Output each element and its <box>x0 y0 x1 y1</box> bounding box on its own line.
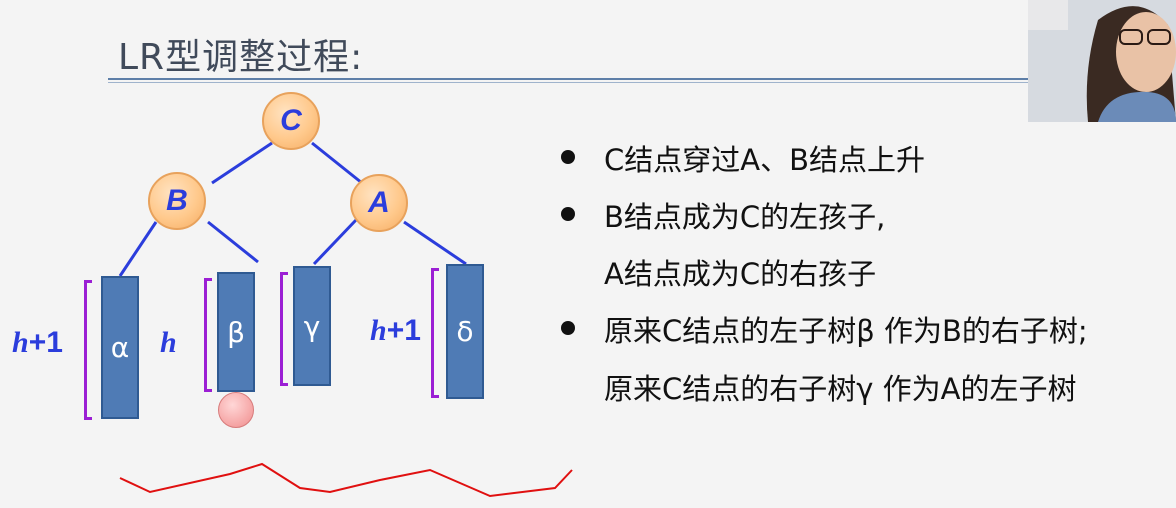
edge-a-gamma <box>312 218 358 266</box>
bullet-2-line-1: B结点成为C的左孩子, <box>604 200 886 234</box>
node-b: B <box>148 172 206 230</box>
node-a: A <box>350 174 408 232</box>
bullet-1-line-1: C结点穿过A、B结点上升 <box>604 143 925 177</box>
bullet-3-line-2: 原来C结点的右子树γ 作为A的左子树 <box>604 372 1077 406</box>
height-bracket-delta <box>431 268 439 398</box>
inserted-node <box>218 392 254 428</box>
bullet-dot-1 <box>561 150 575 164</box>
lr-rotation-diagram: C B A α β γ δ h+1 h h+1 <box>0 0 600 508</box>
edge-a-delta <box>403 220 467 266</box>
height-bracket-alpha <box>84 280 92 420</box>
presenter-webcam <box>1028 0 1176 122</box>
bullet-3-line-1: 原来C结点的左子树β 作为B的右子树; <box>604 314 1088 348</box>
edge-b-alpha <box>118 221 158 277</box>
subtree-beta: β <box>217 272 255 392</box>
bullet-2-line-2: A结点成为C的右孩子 <box>604 257 877 291</box>
height-label-delta: h+1 <box>370 314 421 347</box>
subtree-delta: δ <box>446 264 484 399</box>
tree-edges <box>118 141 573 498</box>
red-annotation-stroke <box>119 462 573 498</box>
subtree-gamma: γ <box>293 266 331 386</box>
bullet-dot-3 <box>561 321 575 335</box>
height-label-beta: h <box>160 326 177 359</box>
height-bracket-beta <box>204 278 212 392</box>
height-bracket-gamma <box>280 272 288 386</box>
edge-c-b <box>211 141 273 185</box>
presenter-image <box>1028 0 1176 122</box>
node-c: C <box>262 92 320 150</box>
subtree-alpha: α <box>101 276 139 419</box>
height-label-alpha: h+1 <box>12 326 63 359</box>
edge-b-beta <box>207 220 259 264</box>
edge-c-a <box>311 141 363 185</box>
bullet-dot-2 <box>561 207 575 221</box>
